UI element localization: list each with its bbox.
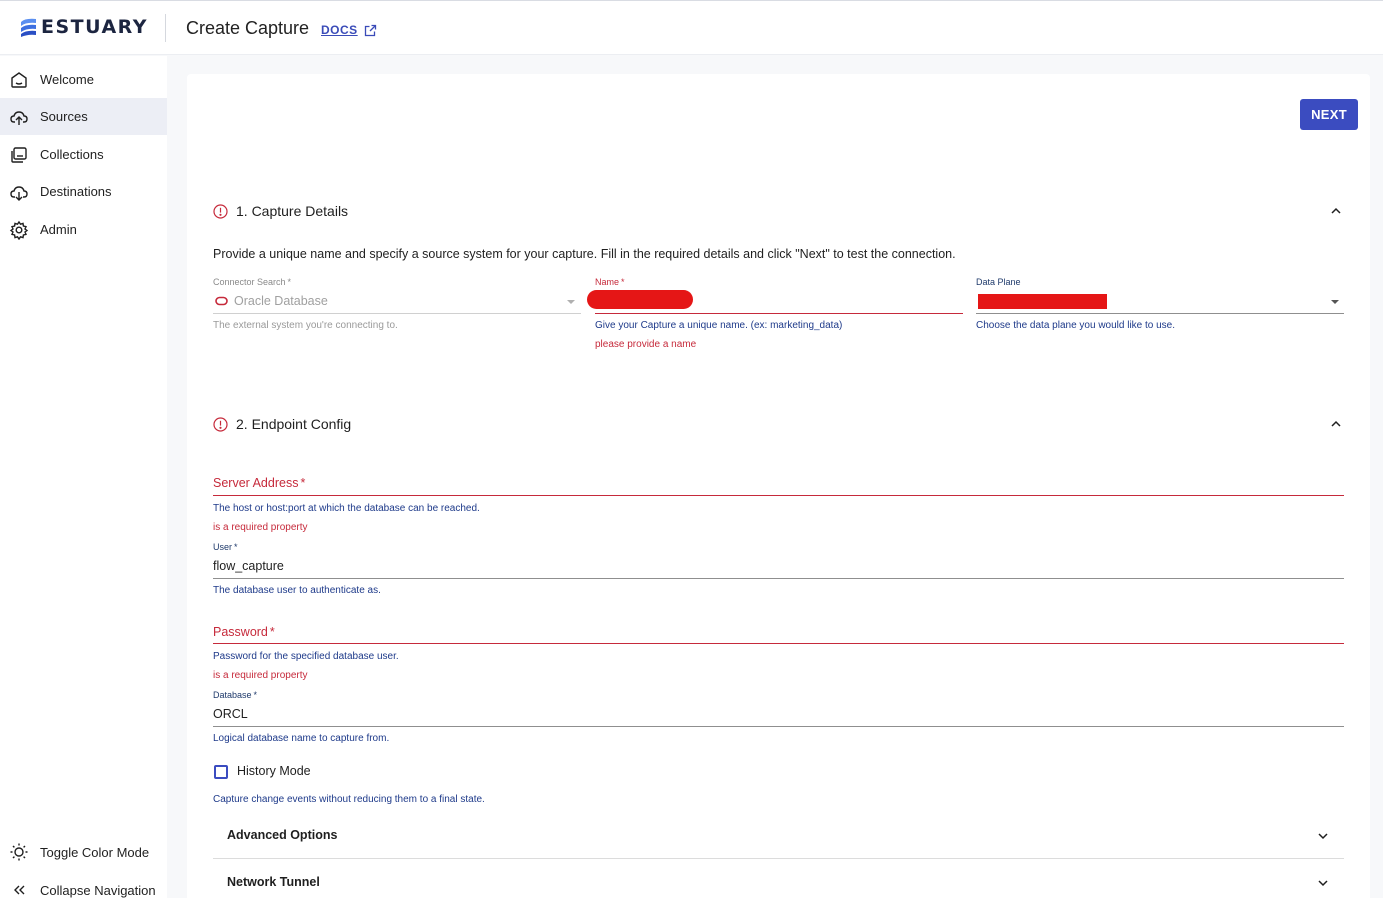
database-label: Database * — [213, 690, 257, 700]
required-asterisk: * — [621, 277, 625, 287]
sidebar-item-welcome[interactable]: Welcome — [0, 61, 167, 98]
next-button[interactable]: NEXT — [1300, 99, 1358, 130]
database-input[interactable]: ORCL — [213, 707, 248, 721]
cloud-upload-icon — [10, 110, 28, 125]
capture-details-header[interactable]: 1. Capture Details — [213, 203, 348, 219]
sidebar-item-admin[interactable]: Admin — [0, 211, 167, 248]
name-label: Name * — [595, 277, 625, 287]
server-address-helper: The host or host:port at which the datab… — [213, 503, 480, 514]
data-plane-label: Data Plane — [976, 277, 1021, 287]
oracle-logo-icon — [215, 296, 228, 306]
password-error: is a required property — [213, 670, 308, 681]
error-circle-icon — [213, 203, 228, 219]
database-label-text: Database — [213, 690, 252, 700]
page-title: Create Capture — [186, 18, 310, 38]
name-underline — [595, 313, 963, 314]
password-helper: Password for the specified database user… — [213, 651, 399, 662]
server-address-underline — [213, 495, 1344, 496]
sun-icon — [10, 843, 28, 861]
dropdown-arrow-icon[interactable] — [1330, 297, 1340, 307]
data-plane-helper: Choose the data plane you would like to … — [976, 320, 1176, 331]
sidebar: Welcome Sources Collections Destinations… — [0, 56, 167, 898]
logo-text: ESTUARY — [41, 16, 149, 38]
required-asterisk: * — [234, 542, 238, 552]
external-link-icon — [364, 24, 376, 36]
top-bar: ESTUARY Create Capture DOCS — [0, 0, 1383, 55]
connector-search-helper: The external system you're connecting to… — [213, 320, 398, 331]
user-input[interactable]: flow_capture — [213, 559, 284, 573]
password-input[interactable] — [213, 621, 1344, 643]
user-label-text: User — [213, 542, 233, 552]
advanced-options-accordion[interactable]: Advanced Options — [213, 813, 1344, 859]
capture-details-title: 1. Capture Details — [236, 203, 349, 219]
chevron-up-icon[interactable] — [1329, 417, 1343, 431]
network-tunnel-title: Network Tunnel — [227, 875, 320, 889]
chevron-down-icon — [1318, 880, 1328, 887]
collapse-navigation-button[interactable]: Collapse Navigation — [0, 875, 167, 898]
name-input[interactable] — [595, 294, 963, 310]
error-circle-icon — [213, 416, 228, 432]
endpoint-config-header[interactable]: 2. Endpoint Config — [213, 416, 351, 432]
name-error: please provide a name — [595, 339, 697, 350]
required-asterisk: * — [253, 690, 258, 700]
sidebar-item-label: Sources — [40, 109, 88, 124]
history-mode-helper: Capture change events without reducing t… — [213, 794, 485, 805]
header-divider — [165, 14, 166, 42]
sidebar-item-sources[interactable]: Sources — [0, 98, 167, 135]
data-plane-select[interactable] — [976, 292, 1326, 310]
gear-icon — [9, 220, 29, 240]
estuary-logo[interactable]: ESTUARY — [20, 16, 148, 38]
network-tunnel-accordion[interactable]: Network Tunnel — [213, 860, 1344, 898]
connector-search-label-text: Connector Search — [213, 277, 286, 287]
connector-search-input[interactable]: Oracle Database — [234, 294, 328, 308]
capture-details-description: Provide a unique name and specify a sour… — [213, 247, 956, 261]
collapse-navigation-label: Collapse Navigation — [40, 882, 156, 898]
sidebar-item-label: Admin — [40, 222, 77, 237]
history-mode-checkbox[interactable] — [214, 765, 228, 779]
database-helper: Logical database name to capture from. — [213, 733, 390, 744]
logo-mark-icon — [21, 18, 36, 37]
name-label-text: Name — [595, 277, 620, 287]
name-helper: Give your Capture a unique name. (ex: ma… — [595, 320, 843, 331]
endpoint-config-title: 2. Endpoint Config — [236, 416, 352, 432]
server-address-input[interactable] — [213, 472, 1344, 494]
chevron-down-icon — [1318, 833, 1328, 840]
required-asterisk: * — [287, 277, 292, 287]
password-underline — [213, 643, 1344, 644]
user-underline — [213, 578, 1344, 579]
double-chevron-left-icon — [14, 885, 25, 895]
history-mode-label: History Mode — [237, 764, 311, 778]
sidebar-item-collections[interactable]: Collections — [0, 136, 167, 173]
collections-icon — [11, 146, 27, 163]
connector-search-underline — [213, 313, 581, 314]
dropdown-arrow-icon[interactable] — [566, 297, 576, 307]
advanced-options-title: Advanced Options — [227, 828, 338, 842]
toggle-color-mode-label: Toggle Color Mode — [40, 844, 150, 860]
sidebar-item-destinations[interactable]: Destinations — [0, 173, 167, 210]
connector-search-label: Connector Search * — [213, 277, 291, 287]
sidebar-item-label: Collections — [40, 147, 104, 162]
sidebar-item-label: Welcome — [40, 72, 94, 87]
user-label: User * — [213, 542, 238, 552]
chevron-up-icon[interactable] — [1329, 204, 1343, 218]
toggle-color-mode-button[interactable]: Toggle Color Mode — [0, 837, 167, 867]
home-icon — [11, 71, 27, 88]
data-plane-underline — [976, 313, 1344, 314]
user-helper: The database user to authenticate as. — [213, 585, 381, 596]
server-address-error: is a required property — [213, 522, 308, 533]
docs-link[interactable]: DOCS — [321, 23, 377, 37]
docs-label: DOCS — [321, 23, 358, 37]
database-underline — [213, 726, 1344, 727]
cloud-download-icon — [10, 185, 28, 201]
sidebar-item-label: Destinations — [40, 184, 112, 199]
